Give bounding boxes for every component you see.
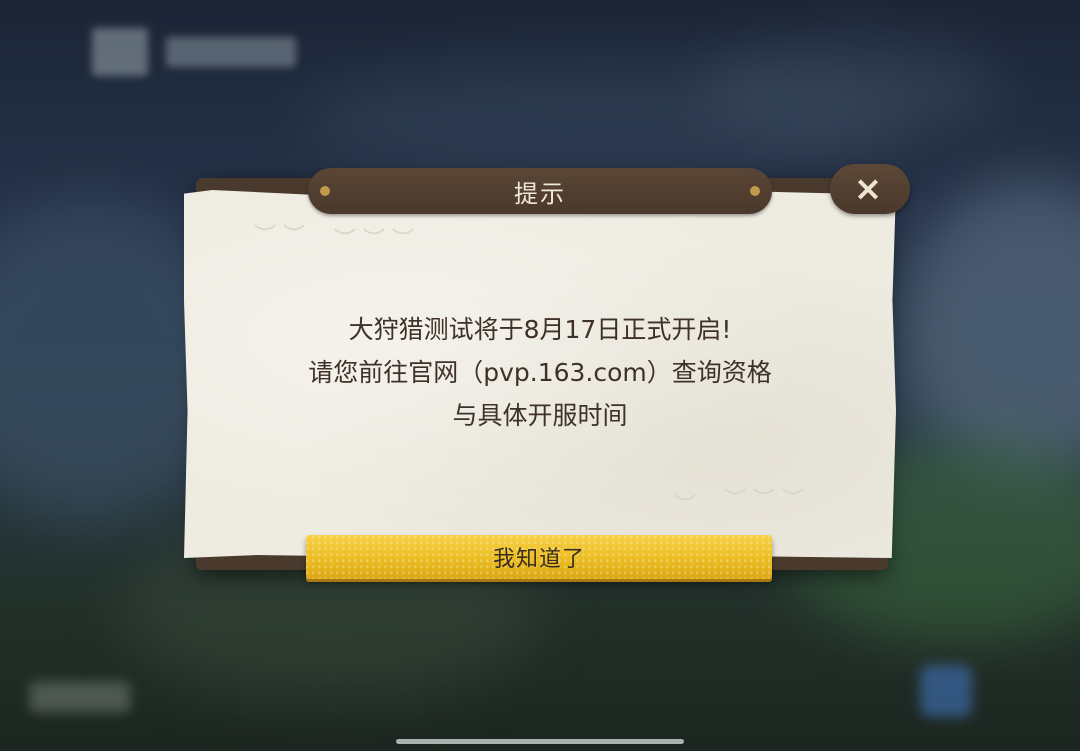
rivet-icon: [750, 186, 760, 196]
paper-decoration: ︶ ︶ ︶: [334, 228, 414, 253]
dialog-title: 提示: [514, 179, 566, 208]
confirm-button[interactable]: 我知道了: [306, 535, 772, 579]
background-logo-text: [166, 37, 296, 67]
background-button: [30, 682, 130, 712]
dialog-title-plaque: 提示: [308, 168, 772, 214]
dialog-message: 大狩猎测试将于8月17日正式开启! 请您前往官网（pvp.163.com）查询资…: [240, 308, 840, 437]
background-logo-mark: [92, 28, 148, 76]
background-logo: [92, 24, 296, 80]
background-cloud: [900, 180, 1080, 480]
message-line: 请您前往官网（pvp.163.com）查询资格: [308, 358, 772, 387]
message-line: 与具体开服时间: [452, 401, 628, 430]
rivet-icon: [320, 186, 330, 196]
close-button[interactable]: ×: [830, 164, 910, 214]
background-sky: [700, 40, 1000, 140]
close-icon: ×: [853, 169, 883, 209]
home-indicator[interactable]: [396, 739, 684, 744]
paper-decoration: ︶ ︶ ︶: [724, 488, 804, 513]
confirm-button-label: 我知道了: [492, 547, 585, 572]
background-icon: [920, 665, 972, 717]
paper-decoration: ︶ ︶: [254, 224, 305, 249]
game-screen: ︶ ︶ ︶ ︶ ︶ ︶ ︶ ︶ ︶ 提示 × 大狩猎测试将于8月17日正式开启!…: [0, 0, 1080, 751]
paper-decoration: ︶: [674, 494, 697, 519]
message-line: 大狩猎测试将于8月17日正式开启!: [348, 315, 732, 344]
